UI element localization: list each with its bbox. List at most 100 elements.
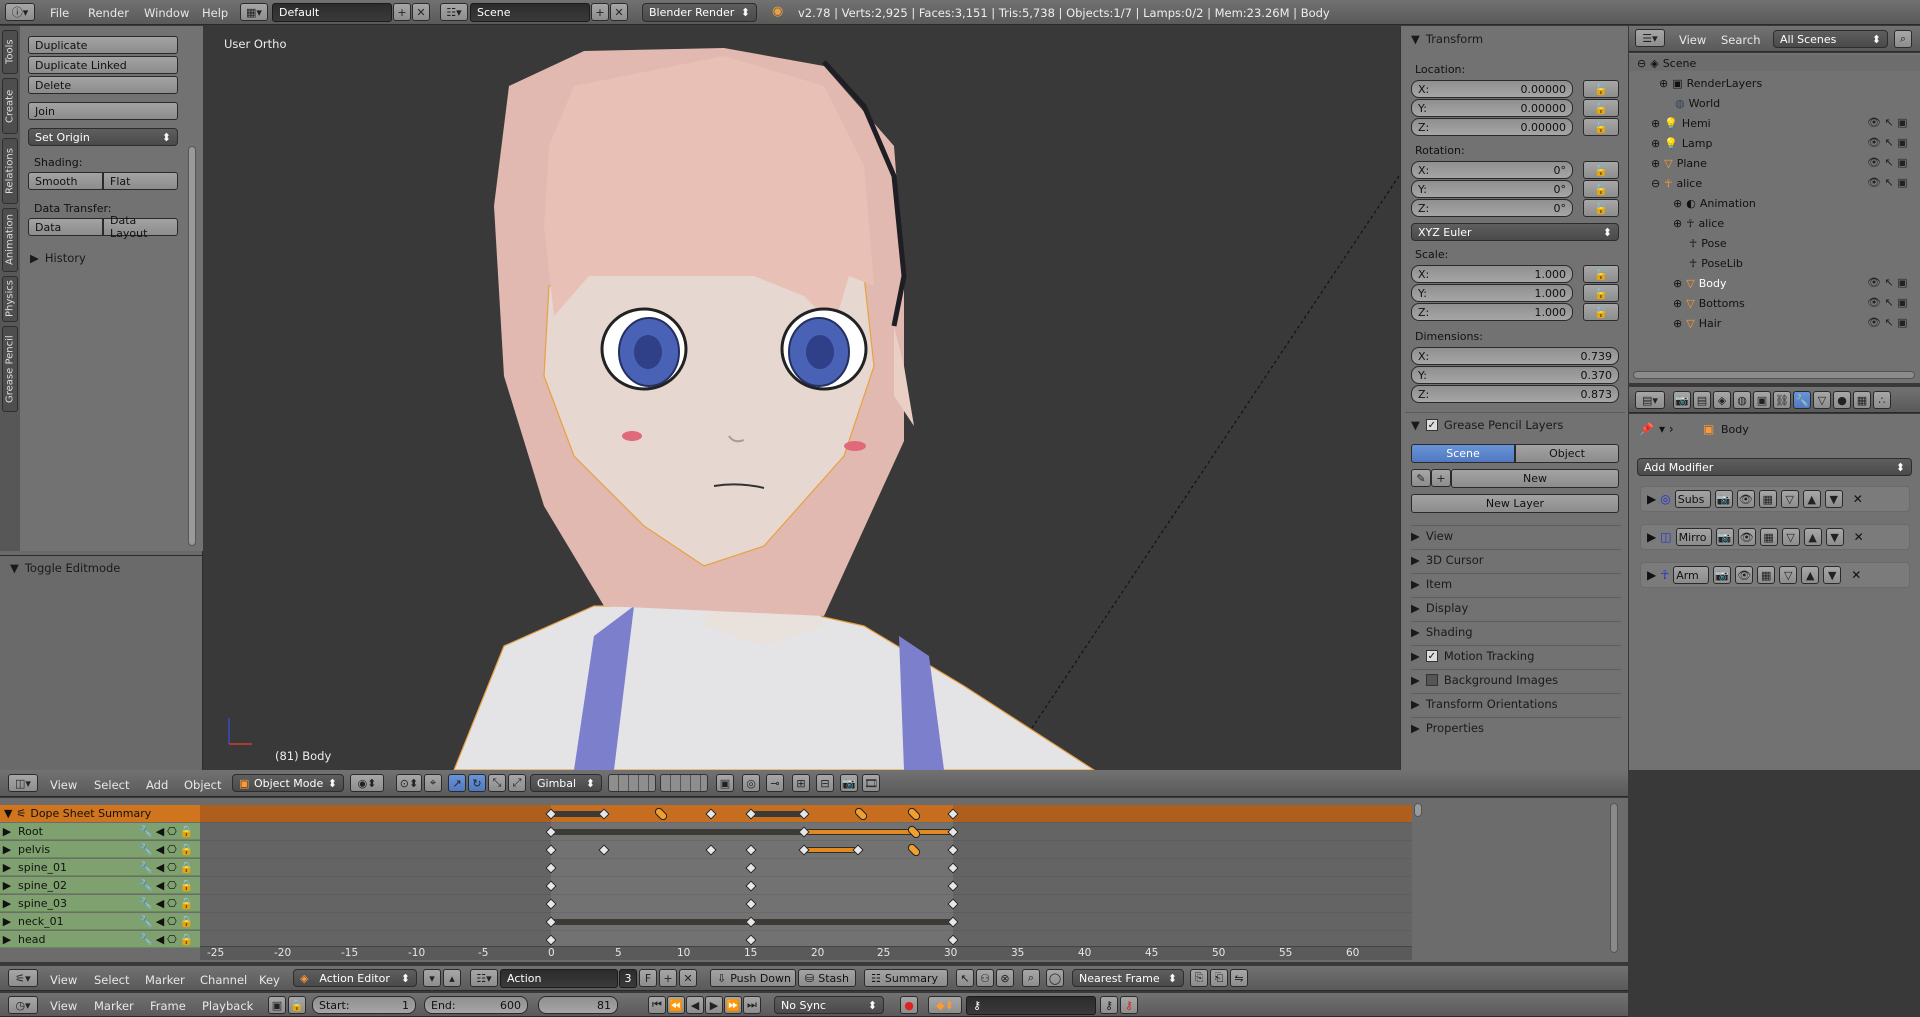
- action-browse-icon[interactable]: ☷▾: [470, 969, 498, 987]
- manipulator-icon[interactable]: ⌖: [424, 774, 442, 792]
- channel-spine-03[interactable]: ▶ spine_03 🔧◀⎔🔒: [0, 895, 200, 912]
- channel-toggles-icon[interactable]: 🔧◀⎔🔒: [139, 843, 196, 856]
- texture-tab-icon[interactable]: ▦: [1853, 391, 1871, 409]
- rotation-mode-select[interactable]: XYZ Euler ⬍: [1411, 223, 1619, 241]
- smooth-button[interactable]: Smooth: [28, 172, 103, 190]
- play-icon[interactable]: ▶: [705, 996, 723, 1014]
- modifier-mirror[interactable]: ▶ ◫ Mirro 📷 👁 ▦ ▽ ▲ ▼ ✕: [1640, 524, 1910, 550]
- dopesheet-menu-select[interactable]: Select: [94, 973, 129, 987]
- lock-icon[interactable]: 🔓: [1583, 161, 1619, 179]
- cage-toggle-icon[interactable]: ▽: [1781, 528, 1800, 546]
- cage-toggle-icon[interactable]: ▽: [1780, 490, 1799, 508]
- rotate-icon[interactable]: ↻: [468, 774, 486, 792]
- timeline-menu-view[interactable]: View: [50, 999, 77, 1013]
- move-up-icon[interactable]: ▲: [1801, 566, 1820, 584]
- modifier-subsurf[interactable]: ▶ ◎ Subs 📷 👁 ▦ ▽ ▲ ▼ ✕: [1640, 486, 1910, 512]
- dimension-z-field[interactable]: Z: 0.873: [1411, 385, 1619, 403]
- checkbox-icon[interactable]: ✓: [1425, 419, 1438, 431]
- 3d-cursor-panel-header[interactable]: ▶ 3D Cursor: [1411, 549, 1621, 569]
- lock-icon[interactable]: 🔓: [1583, 99, 1619, 117]
- gp-new-button[interactable]: New: [1451, 469, 1619, 488]
- scene-field[interactable]: Scene: [470, 3, 590, 22]
- editor-type-icon[interactable]: ◫▾: [8, 774, 38, 792]
- tab-physics[interactable]: Physics: [2, 276, 18, 322]
- history-panel-header[interactable]: ▶ History: [30, 248, 180, 268]
- frame-ruler[interactable]: [200, 946, 1412, 960]
- expand-icon[interactable]: ▶: [1647, 568, 1656, 582]
- item-panel-header[interactable]: ▶ Item: [1411, 573, 1621, 593]
- gp-scene-button[interactable]: Scene: [1411, 444, 1515, 463]
- tab-tools[interactable]: Tools: [2, 30, 18, 74]
- translate-icon[interactable]: ↗: [448, 774, 466, 792]
- layers-tab-icon[interactable]: ▤: [1693, 391, 1711, 409]
- channel-toggles-icon[interactable]: 🔧◀⎔🔒: [139, 897, 196, 910]
- auto-snap-select[interactable]: Nearest Frame ⬍: [1072, 969, 1184, 987]
- outliner-menu-view[interactable]: View: [1679, 33, 1706, 47]
- next-keyframe-icon[interactable]: ⏩: [724, 996, 742, 1014]
- layers-grid[interactable]: [660, 774, 708, 792]
- data-layout-button[interactable]: Data Layout: [103, 214, 178, 240]
- scene-tab-icon[interactable]: ◈: [1713, 391, 1731, 409]
- rotation-x-field[interactable]: X: 0°: [1411, 161, 1573, 179]
- move-down-icon[interactable]: ▼: [1825, 528, 1844, 546]
- lock-icon[interactable]: 🔓: [1583, 180, 1619, 198]
- outliner-row-alice[interactable]: ⊖ ☥ alice: [1629, 175, 1702, 191]
- channel-root[interactable]: ▶ Root 🔧◀⎔🔒: [0, 823, 200, 840]
- tab-create[interactable]: Create: [2, 78, 18, 134]
- remove-modifier-icon[interactable]: ✕: [1854, 530, 1864, 544]
- lock-icon[interactable]: 🔓: [1583, 284, 1619, 302]
- search-icon[interactable]: ⌕: [1894, 30, 1912, 48]
- move-up-icon[interactable]: ▲: [1803, 528, 1822, 546]
- start-frame-field[interactable]: Start: 1: [312, 996, 416, 1014]
- gp-new-layer-button[interactable]: New Layer: [1411, 494, 1619, 513]
- editor-type-icon[interactable]: ◷▾: [8, 996, 38, 1014]
- display-panel-header[interactable]: ▶ Display: [1411, 597, 1621, 617]
- menu-render[interactable]: Render: [88, 6, 129, 20]
- stash-button[interactable]: ⛁ Stash: [798, 969, 856, 987]
- add-modifier-menu[interactable]: Add Modifier ⬍: [1637, 458, 1912, 476]
- shading-panel-header[interactable]: ▶ Shading: [1411, 621, 1621, 641]
- data-tab-icon[interactable]: ▽: [1813, 391, 1831, 409]
- paste-keys-icon[interactable]: ⎗: [1210, 969, 1228, 987]
- duplicate-linked-button[interactable]: Duplicate Linked: [28, 56, 178, 74]
- view3d-menu-object[interactable]: Object: [184, 778, 221, 792]
- channel-toggles-icon[interactable]: 🔧◀⎔🔒: [139, 915, 196, 928]
- remove-scene-icon[interactable]: ✕: [610, 3, 628, 21]
- dimension-x-field[interactable]: X: 0.739: [1411, 347, 1619, 365]
- particles-tab-icon[interactable]: ∴: [1873, 391, 1891, 409]
- prev-layer-icon[interactable]: ▾: [423, 969, 441, 987]
- paste-flipped-icon[interactable]: ⇋: [1230, 969, 1248, 987]
- menu-help[interactable]: Help: [202, 6, 228, 20]
- end-frame-field[interactable]: End: 600: [424, 996, 528, 1014]
- editor-type-icon[interactable]: ☰▾: [1635, 29, 1665, 47]
- outliner-row-bottoms[interactable]: ⊕ ▽ Bottoms: [1629, 295, 1745, 311]
- proportional-edit-icon[interactable]: ◎: [742, 774, 760, 792]
- sync-mode-select[interactable]: No Sync ⬍: [774, 996, 884, 1014]
- modifier-name-field[interactable]: Arm: [1673, 566, 1710, 584]
- remove-modifier-icon[interactable]: ✕: [1853, 492, 1863, 506]
- channel-head[interactable]: ▶ head 🔧◀⎔🔒: [0, 931, 200, 948]
- delete-keyframe-icon[interactable]: ⚷: [1120, 996, 1138, 1014]
- keyframe-scrollbar-top[interactable]: [1414, 803, 1422, 817]
- remove-modifier-icon[interactable]: ✕: [1851, 568, 1861, 582]
- delete-button[interactable]: Delete: [28, 76, 178, 94]
- add-scene-icon[interactable]: +: [591, 3, 609, 21]
- snap-target-icon[interactable]: ⊟: [816, 774, 834, 792]
- modifier-name-field[interactable]: Subs: [1674, 490, 1711, 508]
- render-engine-select[interactable]: Blender Render ⬍: [642, 3, 757, 22]
- summary-toggle[interactable]: ☷ Summary: [864, 969, 948, 987]
- editmode-toggle-icon[interactable]: ▦: [1757, 566, 1776, 584]
- expand-icon[interactable]: ▶: [1647, 530, 1656, 544]
- dopesheet-menu-view[interactable]: View: [50, 973, 77, 987]
- unlink-action-icon[interactable]: ✕: [679, 969, 697, 987]
- background-images-panel-header[interactable]: ▶ Background Images: [1411, 669, 1621, 689]
- outliner-row-body[interactable]: ⊕ ▽ Body: [1629, 275, 1726, 291]
- transform-orientations-panel-header[interactable]: ▶ Transform Orientations: [1411, 693, 1621, 713]
- outliner-row-hair[interactable]: ⊕ ▽ Hair: [1629, 315, 1721, 331]
- modifier-armature[interactable]: ▶ ☥ Arm 📷 👁 ▦ ▽ ▲ ▼ ✕: [1640, 562, 1910, 588]
- next-layer-icon[interactable]: ▴: [443, 969, 461, 987]
- outliner-row-poselib[interactable]: ☥ PoseLib: [1629, 255, 1743, 271]
- location-z-field[interactable]: Z: 0.00000: [1411, 118, 1573, 136]
- view3d-menu-add[interactable]: Add: [146, 778, 168, 792]
- gp-object-button[interactable]: Object: [1515, 444, 1619, 463]
